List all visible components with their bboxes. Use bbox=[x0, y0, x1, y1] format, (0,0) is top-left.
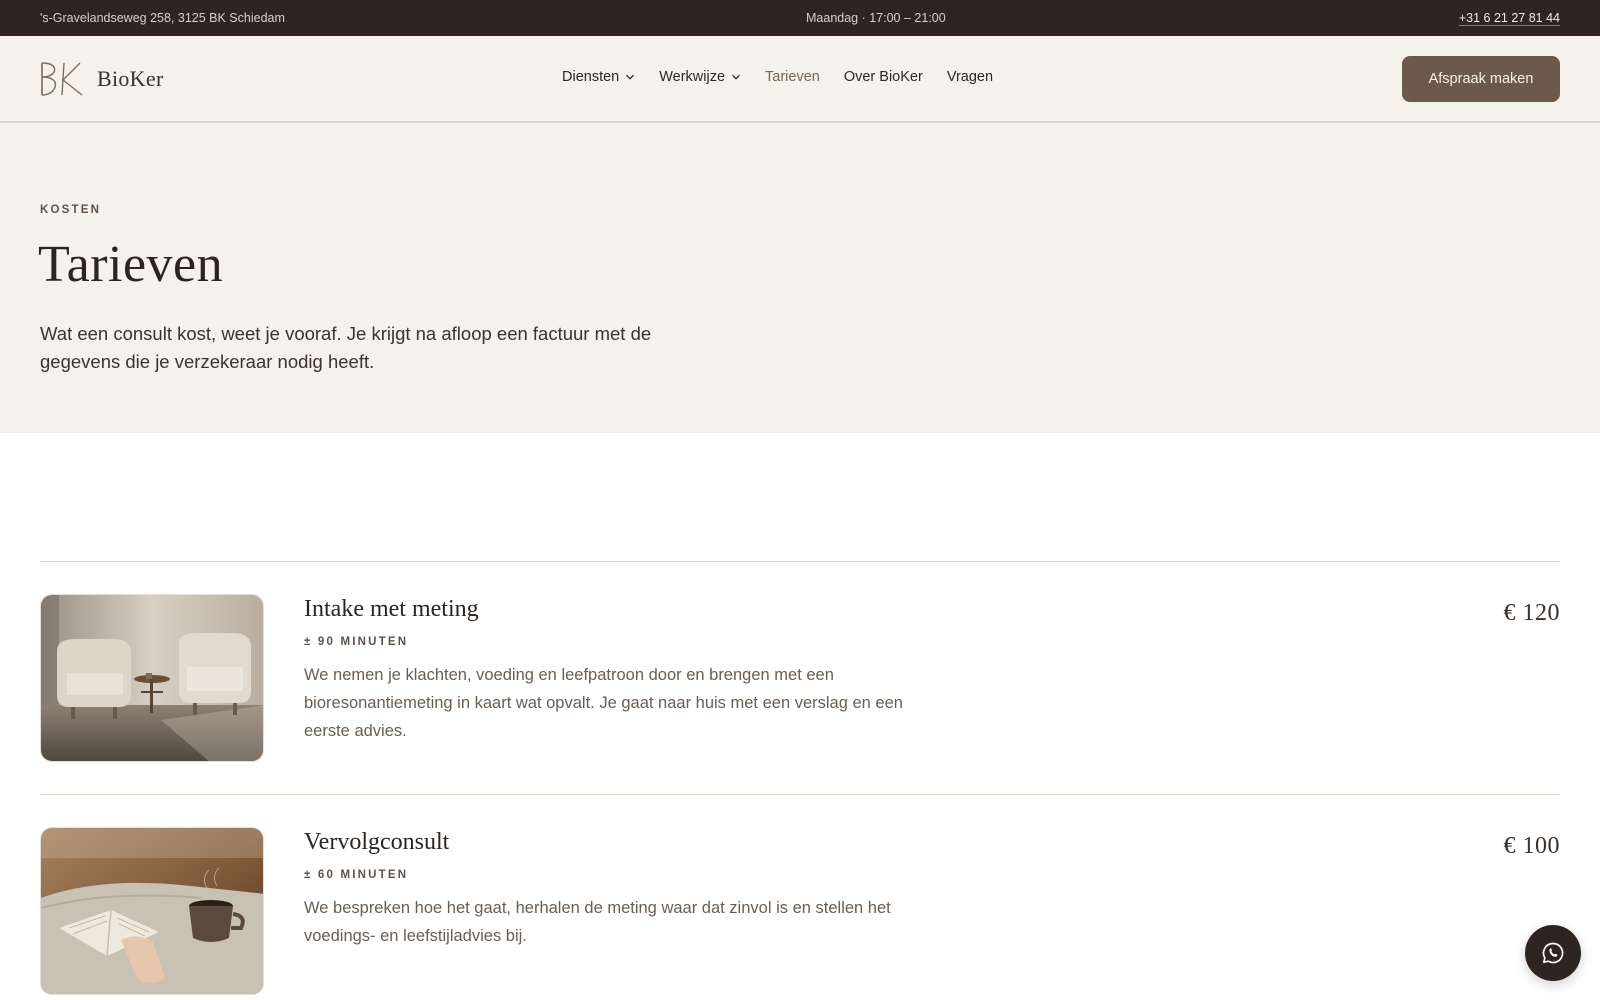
service-title: Vervolgconsult bbox=[304, 829, 450, 855]
two-armchairs-photo bbox=[40, 594, 264, 762]
nav-item-vragen[interactable]: Vragen bbox=[947, 69, 993, 85]
nav-item-label: Vragen bbox=[946, 69, 994, 85]
section-eyebrow: KOSTEN bbox=[40, 204, 102, 216]
bk-monogram-icon bbox=[41, 62, 83, 96]
service-duration: ± 90 MINUTEN bbox=[304, 636, 409, 648]
nav-item-over-bioker[interactable]: Over BioKer bbox=[844, 69, 923, 85]
whatsapp-icon bbox=[1542, 942, 1564, 964]
service-duration: ± 60 MINUTEN bbox=[304, 869, 409, 881]
nav-item-diensten[interactable]: Diensten bbox=[562, 69, 635, 85]
nav-item-label: Over BioKer bbox=[843, 69, 923, 85]
book-and-coffee-photo bbox=[40, 827, 264, 995]
chevron-down-icon bbox=[626, 74, 635, 80]
page-title: Tarieven bbox=[38, 236, 224, 293]
chevron-down-icon bbox=[732, 74, 740, 80]
nav-item-label: Diensten bbox=[562, 69, 620, 85]
logo[interactable]: BioKer bbox=[40, 62, 164, 96]
address-text: 's-Gravelandseweg 258, 3125 BK Schiedam bbox=[40, 11, 285, 25]
service-price: € 120 bbox=[1503, 600, 1560, 626]
nav-item-label: Werkwijze bbox=[659, 69, 726, 85]
nav-item-werkwijze[interactable]: Werkwijze bbox=[659, 69, 741, 85]
hero-section: KOSTEN Tarieven Wat een consult kost, we… bbox=[0, 123, 1600, 433]
nav-item-label: Tarieven bbox=[765, 69, 820, 85]
intro-text: Wat een consult kost, weet je vooraf. Je… bbox=[40, 323, 652, 372]
service-description: We nemen je klachten, voeding en leefpat… bbox=[304, 666, 903, 740]
logo-text: BioKer bbox=[97, 66, 164, 91]
site-header: BioKer Diensten Werkwijze Tarieven Over … bbox=[0, 36, 1600, 123]
divider bbox=[40, 794, 1560, 795]
top-info-bar: 's-Gravelandseweg 258, 3125 BK Schiedam … bbox=[0, 0, 1600, 36]
service-title: Intake met meting bbox=[304, 596, 479, 622]
opening-hours-text: Maandag · 17:00 – 21:00 bbox=[806, 11, 946, 25]
main-nav: Diensten Werkwijze Tarieven Over BioKer … bbox=[562, 69, 1017, 85]
nav-item-tarieven[interactable]: Tarieven bbox=[765, 69, 820, 85]
phone-link[interactable]: +31 6 21 27 81 44 bbox=[1459, 11, 1560, 25]
book-appointment-button[interactable]: Afspraak maken bbox=[1402, 56, 1560, 102]
whatsapp-button[interactable] bbox=[1525, 925, 1581, 981]
service-price: € 100 bbox=[1503, 833, 1560, 859]
divider bbox=[40, 561, 1560, 562]
service-description: We bespreken hoe het gaat, herhalen de m… bbox=[304, 899, 891, 945]
